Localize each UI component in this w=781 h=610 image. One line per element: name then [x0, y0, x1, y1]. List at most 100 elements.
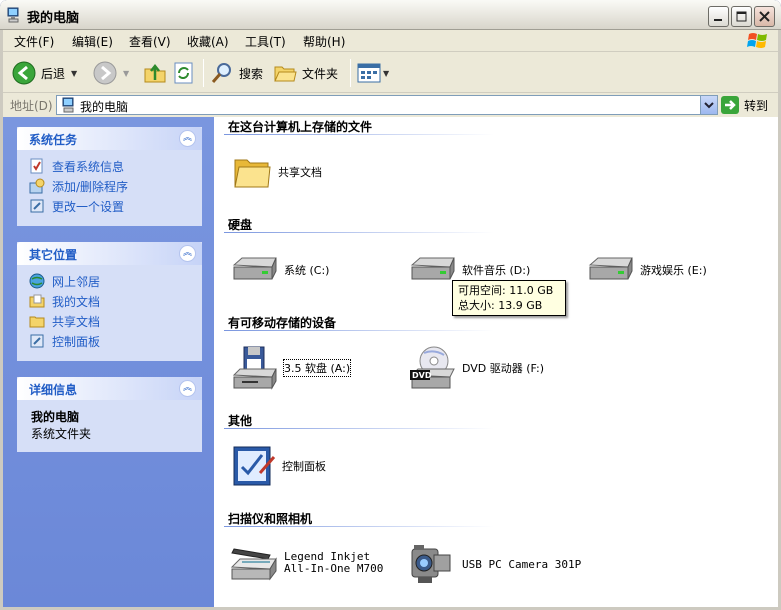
address-dropdown-button[interactable]	[700, 96, 717, 114]
menu-tools[interactable]: 工具(T)	[245, 33, 286, 50]
dvd-drive-item[interactable]: DVD DVD 驱动器 (F:)	[408, 345, 544, 391]
collapse-icon[interactable]: ︽	[179, 380, 196, 397]
forward-dropdown-icon[interactable]: ▼	[123, 69, 129, 78]
go-label: 转到	[744, 98, 769, 113]
link-label: 我的文档	[52, 294, 101, 309]
minimize-button[interactable]	[708, 6, 729, 27]
link-label: 共享文档	[52, 314, 101, 329]
item-label: 控制面板	[282, 460, 326, 473]
views-button[interactable]: ▼	[357, 53, 389, 93]
back-button[interactable]: 后退 ▼	[12, 53, 77, 93]
go-button[interactable]: 转到	[721, 94, 768, 116]
network-places-icon	[29, 273, 45, 289]
details-header[interactable]: 详细信息 ︽	[17, 377, 202, 400]
menu-favorites[interactable]: 收藏(A)	[187, 33, 229, 50]
close-icon	[759, 11, 770, 22]
folders-label: 文件夹	[302, 66, 339, 81]
details-name: 我的电脑	[31, 410, 80, 424]
maximize-icon	[736, 11, 747, 22]
folders-button[interactable]: 文件夹	[273, 53, 338, 93]
folder-up-icon	[144, 63, 166, 83]
group-divider	[224, 330, 494, 331]
link-network-places[interactable]: 网上邻居	[17, 271, 202, 291]
forward-button[interactable]: ▼	[93, 53, 129, 93]
chevron-down-icon	[704, 102, 714, 109]
drive-tooltip: 可用空间: 11.0 GB 总大小: 13.9 GB	[452, 280, 566, 316]
item-label: 软件音乐 (D:)	[462, 264, 531, 277]
group-divider	[224, 428, 494, 429]
address-value: 我的电脑	[80, 100, 129, 114]
control-panel-icon	[30, 334, 44, 348]
item-label: Legend Inkjet All-In-One M700	[284, 551, 383, 575]
dvd-drive-icon: DVD	[410, 346, 455, 389]
group-divider	[224, 232, 494, 233]
my-computer-icon	[62, 97, 74, 113]
item-label: DVD 驱动器 (F:)	[462, 362, 545, 375]
group-removable: 有可移动存储的设备	[228, 316, 337, 330]
group-divider	[224, 526, 494, 527]
hard-drive-icon	[588, 257, 633, 280]
up-folder-button[interactable]	[143, 53, 167, 93]
collapse-icon[interactable]: ︽	[179, 130, 196, 147]
go-arrow-icon	[721, 96, 739, 114]
system-tasks-title: 系统任务	[29, 133, 78, 147]
toolbar: 后退 ▼ ▼ 搜索 文件夹 ▼	[3, 53, 778, 93]
control-settings-icon	[30, 199, 44, 213]
address-bar: 地址(D) 我的电脑 转到	[3, 94, 778, 116]
camera-item[interactable]: USB PC Camera 301P	[408, 543, 581, 587]
item-label: 3.5 软盘 (A:)	[282, 359, 352, 377]
group-other: 其他	[228, 414, 253, 428]
my-computer-icon	[7, 7, 19, 23]
other-places-header[interactable]: 其它位置 ︽	[17, 242, 202, 265]
tooltip-free-space: 可用空间: 11.0 GB	[458, 284, 554, 297]
shared-documents-item[interactable]: 共享文档	[232, 152, 322, 192]
link-shared-documents[interactable]: 共享文档	[17, 311, 202, 331]
refresh-button[interactable]	[173, 53, 195, 93]
search-button[interactable]: 搜索	[210, 53, 263, 93]
system-info-icon	[30, 158, 43, 174]
floppy-drive-item[interactable]: 3.5 软盘 (A:)	[230, 345, 352, 391]
close-button[interactable]	[754, 6, 775, 27]
item-label: 游戏娱乐 (E:)	[640, 264, 707, 277]
floppy-drive-icon	[232, 346, 277, 390]
menu-edit[interactable]: 编辑(E)	[72, 33, 113, 50]
control-panel-item[interactable]: 控制面板	[232, 443, 326, 489]
item-label: 系统 (C:)	[284, 264, 330, 277]
link-my-documents[interactable]: 我的文档	[17, 291, 202, 311]
hard-drive-icon	[410, 257, 455, 280]
group-stored-files: 在这台计算机上存储的文件	[228, 120, 373, 134]
collapse-icon[interactable]: ︽	[179, 245, 196, 262]
link-label: 网上邻居	[52, 274, 101, 289]
scanner-item[interactable]: Legend Inkjet All-In-One M700	[230, 543, 383, 583]
link-change-setting[interactable]: 更改一个设置	[17, 196, 202, 216]
link-control-panel[interactable]: 控制面板	[17, 331, 202, 351]
back-dropdown-icon[interactable]: ▼	[71, 69, 77, 78]
menu-file[interactable]: 文件(F)	[14, 33, 54, 50]
group-scanners-cameras: 扫描仪和照相机	[228, 512, 313, 526]
my-documents-icon	[29, 294, 45, 308]
search-label: 搜索	[239, 66, 264, 81]
shared-documents-icon	[29, 316, 45, 328]
title-bar[interactable]: 我的电脑	[0, 0, 781, 30]
forward-arrow-icon	[93, 61, 117, 85]
drive-e-item[interactable]: 游戏娱乐 (E:)	[586, 255, 707, 285]
link-view-system-info[interactable]: 查看系统信息	[17, 156, 202, 176]
menu-help[interactable]: 帮助(H)	[303, 33, 345, 50]
other-places-panel: 其它位置 ︽ 网上邻居 我的文档 共享文档 控制面板	[17, 242, 202, 361]
refresh-icon	[174, 62, 193, 84]
drive-c-item[interactable]: 系统 (C:)	[230, 255, 329, 285]
address-input[interactable]: 我的电脑	[56, 95, 718, 115]
system-tasks-header[interactable]: 系统任务 ︽	[17, 127, 202, 150]
task-pane: 系统任务 ︽ 查看系统信息 添加/删除程序 更改一个设置 其它位置 ︽ 网上邻居…	[3, 117, 214, 607]
group-divider	[224, 134, 494, 135]
address-label: 地址(D)	[10, 99, 53, 113]
menu-view[interactable]: 查看(V)	[129, 33, 171, 50]
maximize-button[interactable]	[731, 6, 752, 27]
svg-text:DVD: DVD	[412, 371, 432, 380]
other-places-title: 其它位置	[29, 248, 78, 262]
content-pane: 在这台计算机上存储的文件 共享文档 硬盘 系统 (C:) 软件音乐 (D:) 游…	[214, 117, 778, 607]
link-label: 查看系统信息	[52, 159, 125, 174]
link-add-remove-programs[interactable]: 添加/删除程序	[17, 176, 202, 196]
back-arrow-icon	[12, 61, 36, 85]
views-dropdown-icon[interactable]: ▼	[383, 69, 389, 78]
